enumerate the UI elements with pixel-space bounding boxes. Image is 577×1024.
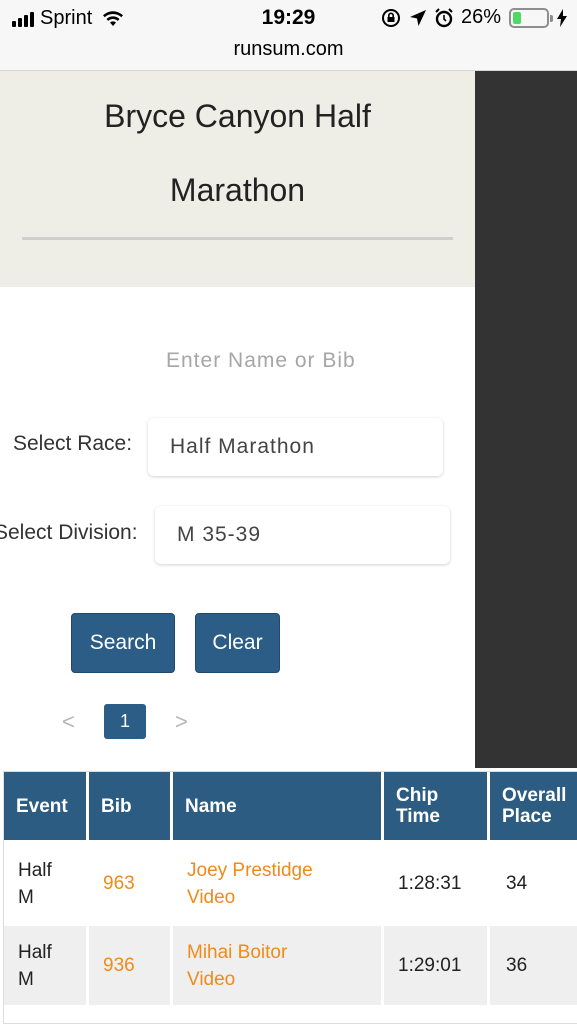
location-arrow-icon <box>409 9 426 26</box>
cell-overall-place: 34 <box>506 873 528 894</box>
cell-event-line1: Half <box>18 859 52 881</box>
division-select[interactable]: M 35-39 <box>155 506 450 564</box>
table-row: Half M 936 Mihai Boitor Video 1:29:01 36 <box>4 926 577 1005</box>
cell-event: Half M <box>4 844 86 923</box>
battery-percent: 26% <box>460 6 501 28</box>
battery-level <box>513 11 522 24</box>
bib-link[interactable]: 963 <box>103 870 135 897</box>
pager-prev[interactable]: < <box>62 709 75 735</box>
cell-name: Mihai Boitor Video <box>173 926 381 1005</box>
col-chip-time[interactable]: Chip Time <box>384 772 487 840</box>
search-button[interactable]: Search <box>71 613 175 673</box>
cell-bib: 963 <box>89 844 170 923</box>
alarm-icon <box>435 7 453 27</box>
battery-icon <box>509 7 553 28</box>
race-label: Select Race: <box>13 432 133 455</box>
url-text[interactable]: runsum.com <box>233 38 343 60</box>
col-overall-place-line2: Place <box>502 806 552 827</box>
cell-event-line2: M <box>18 968 34 990</box>
runner-name-link[interactable]: Mihai Boitor <box>187 939 287 966</box>
cell-overall-place: 36 <box>490 926 577 1005</box>
bib-link[interactable]: 936 <box>103 952 135 979</box>
race-select[interactable]: Half Marathon <box>148 418 443 476</box>
col-name[interactable]: Name <box>173 772 381 840</box>
cell-chip-time: 1:28:31 <box>398 873 462 894</box>
clear-button[interactable]: Clear <box>195 613 280 673</box>
col-bib[interactable]: Bib <box>89 772 170 840</box>
title-divider <box>22 237 453 240</box>
cell-event-line2: M <box>18 886 34 908</box>
col-overall-place-line1: Overall <box>502 785 567 806</box>
col-chip-time-line2: Time <box>396 806 441 827</box>
race-select-value: Half Marathon <box>170 435 315 458</box>
cell-name: Joey Prestidge Video <box>173 844 381 923</box>
video-link[interactable]: Video <box>187 884 235 911</box>
name-or-bib-input[interactable] <box>150 336 406 386</box>
address-bar[interactable]: runsum.com <box>0 36 577 71</box>
status-bar: Sprint 19:29 26% <box>0 0 577 36</box>
side-menu-overlay[interactable] <box>475 71 577 768</box>
runner-name-link[interactable]: Joey Prestidge <box>187 857 313 884</box>
page-title: Bryce Canyon Half Marathon <box>0 79 475 227</box>
cell-event-line1: Half <box>18 941 52 963</box>
division-label: Select Division: <box>0 521 138 544</box>
cell-chip-time: 1:29:01 <box>384 926 487 1005</box>
pager-next[interactable]: > <box>175 709 188 735</box>
battery-tip <box>550 14 553 22</box>
table-header: Event Bib Name Chip Time Overall Place <box>4 772 577 840</box>
col-chip-time-line1: Chip <box>396 785 439 806</box>
table-row: Half M 963 Joey Prestidge Video 1:28:31 … <box>4 844 577 923</box>
col-overall-place[interactable]: Overall Place <box>490 772 577 840</box>
cell-event: Half M <box>4 926 86 1005</box>
cell-bib: 936 <box>89 926 170 1005</box>
video-link[interactable]: Video <box>187 966 235 993</box>
status-right: 26% <box>381 6 567 29</box>
race-header: Bryce Canyon Half Marathon <box>0 71 475 287</box>
pager-page-1[interactable]: 1 <box>104 704 146 739</box>
col-event[interactable]: Event <box>4 772 86 840</box>
title-line-2: Marathon <box>169 172 306 208</box>
rotation-lock-icon <box>381 8 400 27</box>
title-line-1: Bryce Canyon Half <box>104 98 371 134</box>
division-select-value: M 35-39 <box>177 523 262 546</box>
charging-bolt-icon <box>557 8 567 27</box>
